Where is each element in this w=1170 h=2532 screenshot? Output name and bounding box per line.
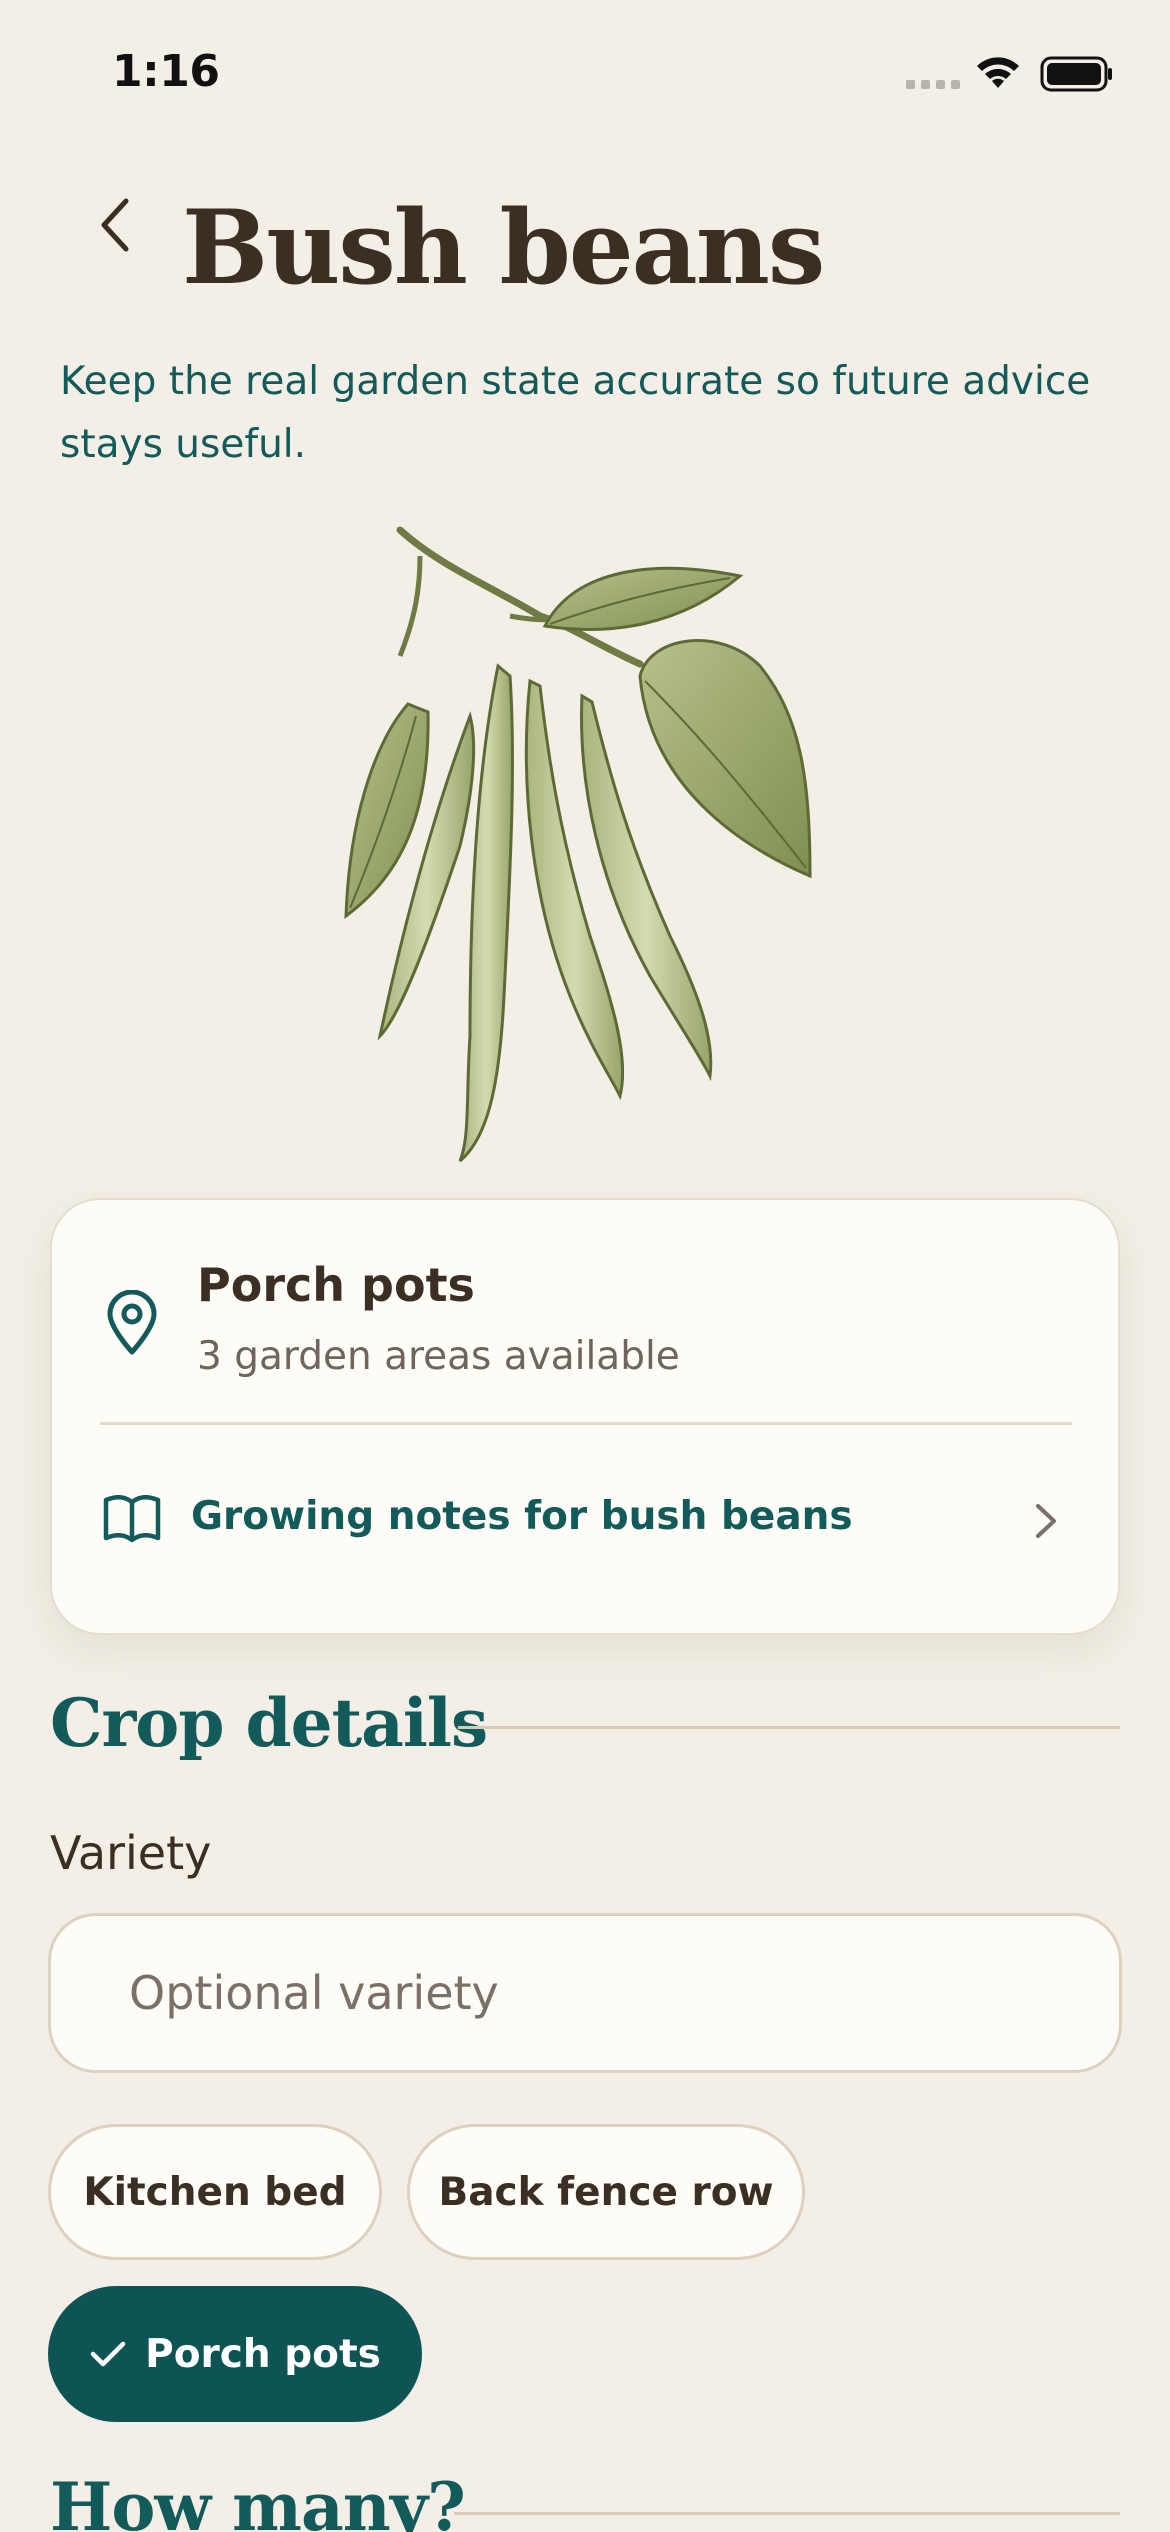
- map-pin-icon: [107, 1290, 157, 1355]
- book-icon: [103, 1495, 161, 1543]
- page-title: Bush beans: [182, 188, 825, 308]
- variety-label: Variety: [50, 1826, 212, 1880]
- area-chip-porch-pots[interactable]: Porch pots: [48, 2286, 422, 2422]
- back-button[interactable]: [86, 190, 142, 260]
- growing-notes-label: Growing notes for bush beans: [191, 1494, 853, 1539]
- chevron-right-icon: [1036, 1504, 1056, 1538]
- growing-notes-link[interactable]: Growing notes for bush beans: [52, 1426, 1118, 1631]
- signal-icon: [906, 80, 960, 89]
- crop-details-heading: Crop details: [50, 1684, 488, 1762]
- section-divider: [458, 1726, 1120, 1729]
- area-chip-kitchen-bed[interactable]: Kitchen bed: [48, 2124, 382, 2260]
- back-chevron-icon: [101, 198, 129, 252]
- battery-icon: [1040, 56, 1112, 92]
- check-icon: [90, 2341, 126, 2367]
- status-time: 1:16: [112, 46, 220, 97]
- page-subtitle: Keep the real garden state accurate so f…: [60, 359, 1091, 467]
- selected-area-name: Porch pots: [197, 1258, 475, 1312]
- how-many-heading: How many?: [50, 2468, 466, 2532]
- area-chip-back-fence-row[interactable]: Back fence row: [407, 2124, 805, 2260]
- location-card: Porch pots 3 garden areas available Grow…: [50, 1198, 1120, 1635]
- chip-label: Porch pots: [145, 2331, 381, 2377]
- variety-input[interactable]: [48, 1913, 1122, 2073]
- chip-label: Back fence row: [438, 2169, 774, 2215]
- plant-detail-screen: 1:16 Bush beans Keep the real garden sta…: [0, 0, 1170, 2532]
- chip-label: Kitchen bed: [83, 2169, 347, 2215]
- wifi-icon: [977, 57, 1019, 88]
- area-count: 3 garden areas available: [197, 1334, 680, 1379]
- bush-beans-illustration: [344, 526, 812, 1163]
- card-divider: [100, 1422, 1072, 1425]
- section-divider: [454, 2512, 1120, 2515]
